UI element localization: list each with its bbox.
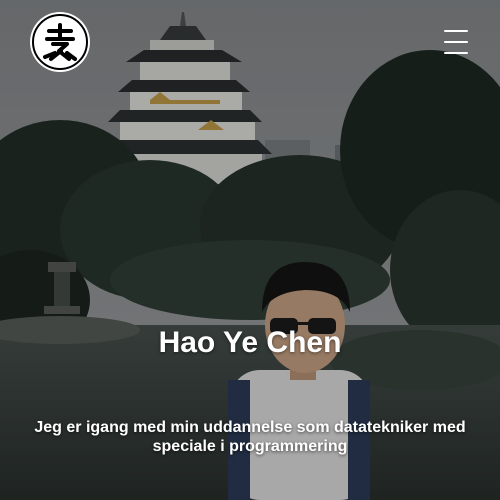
hamburger-menu-icon[interactable]: [444, 30, 468, 54]
menu-line: [444, 41, 468, 43]
menu-line: [444, 30, 468, 32]
hero-section: Hao Ye Chen Jeg er igang med min uddanne…: [0, 0, 500, 500]
menu-line: [444, 52, 468, 54]
site-logo[interactable]: [30, 12, 90, 72]
hero-name: Hao Ye Chen: [158, 326, 342, 359]
seal-logo-icon: [32, 14, 88, 70]
hero-tagline: Jeg er igang med min uddannelse som data…: [34, 419, 466, 455]
